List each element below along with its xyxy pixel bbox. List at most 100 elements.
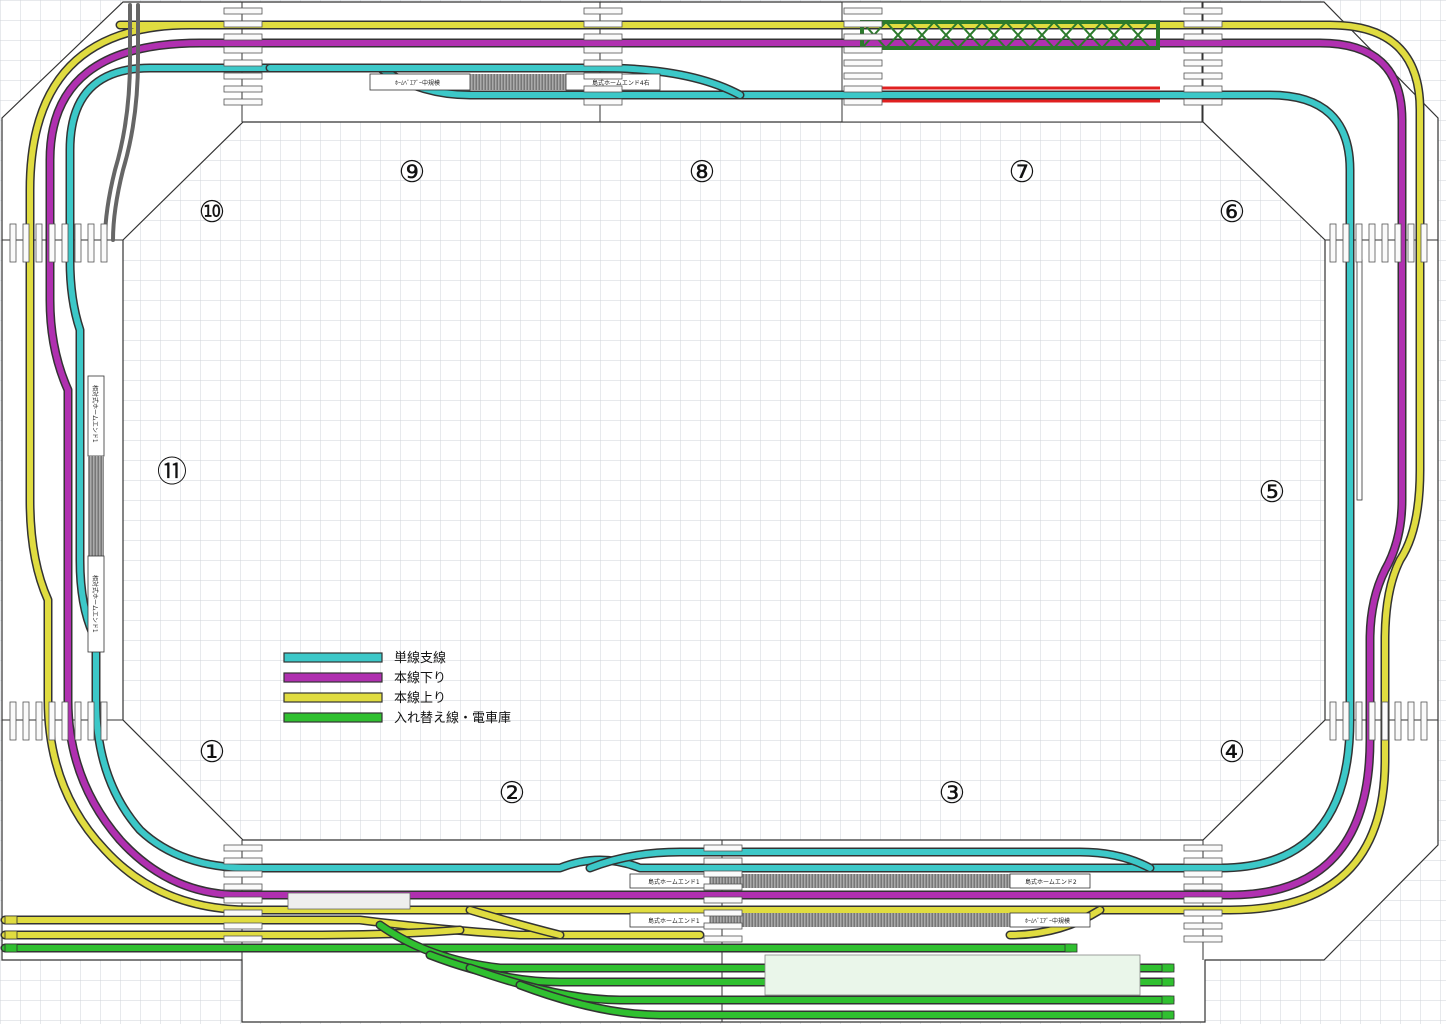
joint-block (1381, 223, 1389, 263)
joint-block (87, 223, 95, 263)
platform-bottom-b-deck (710, 913, 1010, 927)
joint-block (1183, 922, 1223, 930)
section-1: ① (199, 735, 226, 770)
joint-block (583, 85, 623, 93)
section-9: ⑨ (399, 155, 426, 190)
section-3: ③ (939, 776, 966, 811)
joint-block (1342, 701, 1350, 741)
joint-block (223, 72, 263, 80)
joint-block (223, 909, 263, 917)
joint-block (1329, 223, 1337, 263)
joint-block (1183, 20, 1223, 28)
inner-opening (122, 121, 1326, 841)
joint-block (87, 701, 95, 741)
label-bottom-c: 島式ホームエンド2 (1025, 878, 1077, 886)
joint-block (223, 883, 263, 891)
platform-bottom-a-deck (710, 874, 1010, 888)
joint-block (1368, 223, 1376, 263)
joint-block (100, 223, 108, 263)
platform-right (1356, 259, 1363, 501)
joint-block (1183, 935, 1223, 943)
joint-block (583, 20, 623, 28)
joint-block (223, 59, 263, 67)
joint-block (1355, 701, 1363, 741)
joint-block (223, 7, 263, 15)
section-8: ⑧ (689, 155, 716, 190)
legend-label-down: 本線下り (394, 670, 446, 686)
joint-block (1394, 701, 1402, 741)
joint-block (1407, 701, 1415, 741)
joint-block (1329, 701, 1337, 741)
joint-block (9, 701, 17, 741)
joint-block (843, 7, 883, 15)
joint-block (703, 857, 743, 865)
label-left-a: 相対式ホームエンド1 (91, 385, 99, 443)
joint-block (1355, 223, 1363, 263)
joint-block (223, 844, 263, 852)
joint-block (1420, 223, 1428, 263)
joint-block (1381, 701, 1389, 741)
joint-block (703, 844, 743, 852)
joint-block (1407, 223, 1415, 263)
joint-block (703, 922, 743, 930)
joint-block (583, 46, 623, 54)
joint-block (1420, 701, 1428, 741)
joint-block (35, 223, 43, 263)
joint-block (1183, 72, 1223, 80)
section-10: ⑩ (199, 195, 226, 230)
joint-block (843, 20, 883, 28)
joint-block (583, 33, 623, 41)
section-2: ② (499, 776, 526, 811)
joint-block (48, 701, 56, 741)
joint-block (223, 46, 263, 54)
joint-block (35, 701, 43, 741)
track-plan-svg: ﾎｰﾑﾍﾞｴｱﾞｰ中規模 島式ホームエンド4右 島式ホームエンド1 島式ホームエ… (0, 0, 1446, 1024)
joint-block (9, 223, 17, 263)
joint-block (223, 857, 263, 865)
joint-block (223, 20, 263, 28)
joint-block (1183, 7, 1223, 15)
joint-block (1368, 701, 1376, 741)
joint-block (1183, 98, 1223, 106)
label-bottom-d: ﾎｰﾑﾍﾞｴｱﾞｰ中規模 (1025, 917, 1070, 925)
joint-block (223, 896, 263, 904)
section-5: ⑤ (1259, 475, 1286, 510)
joint-block (223, 922, 263, 930)
joint-block (61, 223, 69, 263)
joint-block (703, 883, 743, 891)
joint-block (1183, 883, 1223, 891)
joint-block (1183, 870, 1223, 878)
joint-block (1183, 46, 1223, 54)
joint-block (100, 701, 108, 741)
joint-block (583, 98, 623, 106)
joint-block (843, 98, 883, 106)
joint-block (1183, 896, 1223, 904)
joint-block (703, 896, 743, 904)
joint-block (583, 59, 623, 67)
legend-label-branch: 単線支線 (394, 650, 446, 666)
joint-block (1183, 59, 1223, 67)
label-bottom-a: 島式ホームエンド1 (648, 878, 700, 886)
section-4: ④ (1219, 735, 1246, 770)
joint-block (61, 701, 69, 741)
joint-block (22, 223, 30, 263)
joint-block (223, 98, 263, 106)
label-left-b: 相対式ホームエンド1 (91, 575, 99, 633)
joint-block (74, 701, 82, 741)
section-11: ⑪ (157, 455, 187, 490)
joint-block (74, 223, 82, 263)
label-top-left: ﾎｰﾑﾍﾞｴｱﾞｰ中規模 (395, 79, 440, 87)
joint-block (703, 870, 743, 878)
platform-left-deck (88, 456, 104, 556)
joint-block (1183, 909, 1223, 917)
label-bottom-b: 島式ホームエンド1 (648, 917, 700, 925)
joint-block (1183, 844, 1223, 852)
legend-label-up: 本線上り (394, 690, 446, 706)
joint-block (1394, 223, 1402, 263)
depot-shed (764, 954, 1141, 996)
joint-block (22, 701, 30, 741)
joint-block (223, 33, 263, 41)
platform-top-mid (470, 74, 566, 90)
joint-block (583, 72, 623, 80)
joint-block (583, 7, 623, 15)
